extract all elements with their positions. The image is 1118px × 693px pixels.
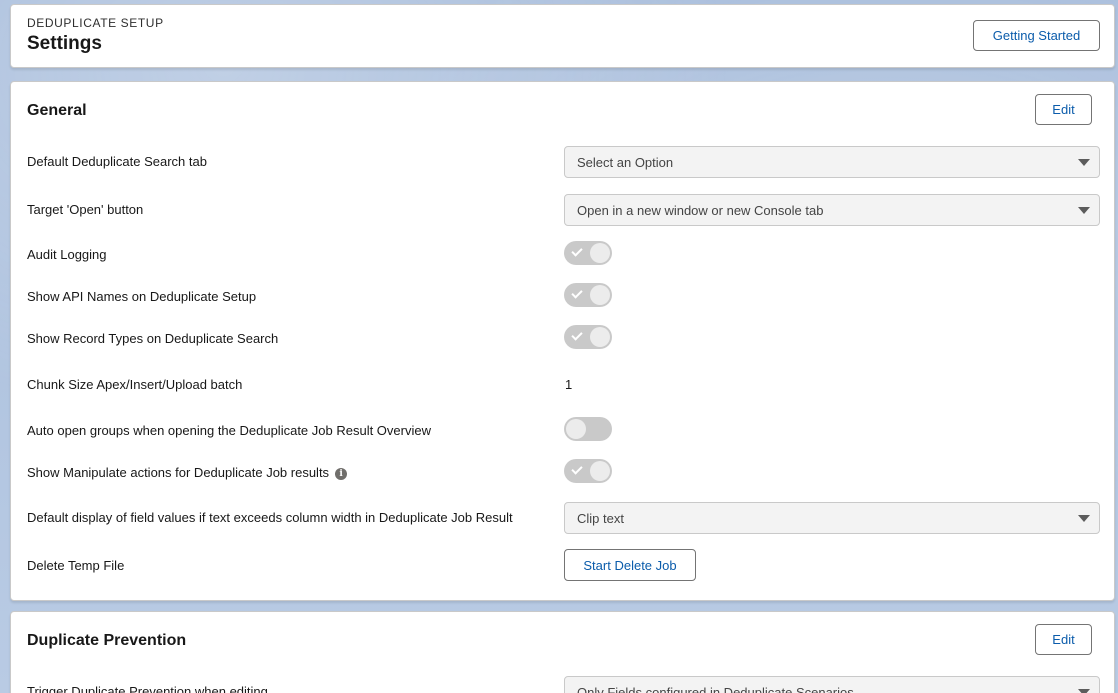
chevron-down-icon xyxy=(1078,515,1090,522)
target-open-button-value: Open in a new window or new Console tab xyxy=(577,202,824,218)
show-api-names-label: Show API Names on Deduplicate Setup xyxy=(27,289,257,304)
default-search-tab-select[interactable]: Select an Option xyxy=(564,146,1100,178)
trigger-prevention-value: Only Fields configured in Deduplicate Sc… xyxy=(577,684,854,693)
chevron-down-icon xyxy=(1078,159,1090,166)
delete-temp-file-label: Delete Temp File xyxy=(27,558,125,573)
default-display-value: Clip text xyxy=(577,510,624,526)
general-edit-button[interactable]: Edit xyxy=(1035,94,1092,125)
chunk-size-value: 1 xyxy=(565,377,573,392)
page-title: Settings xyxy=(27,33,102,54)
audit-logging-toggle[interactable] xyxy=(564,241,612,265)
target-open-button-label: Target 'Open' button xyxy=(27,202,144,217)
show-manipulate-actions-row: Show Manipulate actions for Deduplicate … xyxy=(27,465,348,480)
start-delete-job-button[interactable]: Start Delete Job xyxy=(564,549,696,581)
check-icon xyxy=(571,245,583,257)
check-icon xyxy=(571,287,583,299)
duplicate-prevention-card: Duplicate Prevention Edit Trigger Duplic… xyxy=(10,611,1115,693)
info-icon[interactable]: i xyxy=(335,467,348,480)
trigger-prevention-select[interactable]: Only Fields configured in Deduplicate Sc… xyxy=(564,676,1100,693)
page-header: DEDUPLICATE SETUP Settings Getting Start… xyxy=(10,4,1115,68)
trigger-prevention-label: Trigger Duplicate Prevention when editin… xyxy=(27,684,268,693)
show-record-types-label: Show Record Types on Deduplicate Search xyxy=(27,331,279,346)
duplicate-prevention-card-title: Duplicate Prevention xyxy=(27,632,187,649)
audit-logging-label: Audit Logging xyxy=(27,247,107,262)
chunk-size-label: Chunk Size Apex/Insert/Upload batch xyxy=(27,377,243,392)
show-api-names-toggle[interactable] xyxy=(564,283,612,307)
toggle-knob xyxy=(590,327,610,347)
default-display-label: Default display of field values if text … xyxy=(27,510,513,525)
default-display-select[interactable]: Clip text xyxy=(564,502,1100,534)
general-card: General Edit Default Deduplicate Search … xyxy=(10,81,1115,601)
general-card-title: General xyxy=(27,102,87,119)
default-search-tab-label: Default Deduplicate Search tab xyxy=(27,154,207,169)
show-manipulate-actions-toggle[interactable] xyxy=(564,459,612,483)
toggle-knob xyxy=(590,243,610,263)
auto-open-groups-label: Auto open groups when opening the Dedupl… xyxy=(27,423,431,438)
duplicate-prevention-edit-button[interactable]: Edit xyxy=(1035,624,1092,655)
chevron-down-icon xyxy=(1078,689,1090,693)
show-manipulate-actions-label: Show Manipulate actions for Deduplicate … xyxy=(27,465,330,480)
chevron-down-icon xyxy=(1078,207,1090,214)
check-icon xyxy=(571,329,583,341)
show-record-types-toggle[interactable] xyxy=(564,325,612,349)
target-open-button-select[interactable]: Open in a new window or new Console tab xyxy=(564,194,1100,226)
getting-started-button[interactable]: Getting Started xyxy=(973,20,1100,51)
page-eyebrow: DEDUPLICATE SETUP xyxy=(27,16,164,30)
toggle-knob xyxy=(590,461,610,481)
auto-open-groups-toggle[interactable] xyxy=(564,417,612,441)
check-icon xyxy=(571,463,583,475)
default-search-tab-value: Select an Option xyxy=(577,154,674,170)
toggle-knob xyxy=(566,419,586,439)
toggle-knob xyxy=(590,285,610,305)
